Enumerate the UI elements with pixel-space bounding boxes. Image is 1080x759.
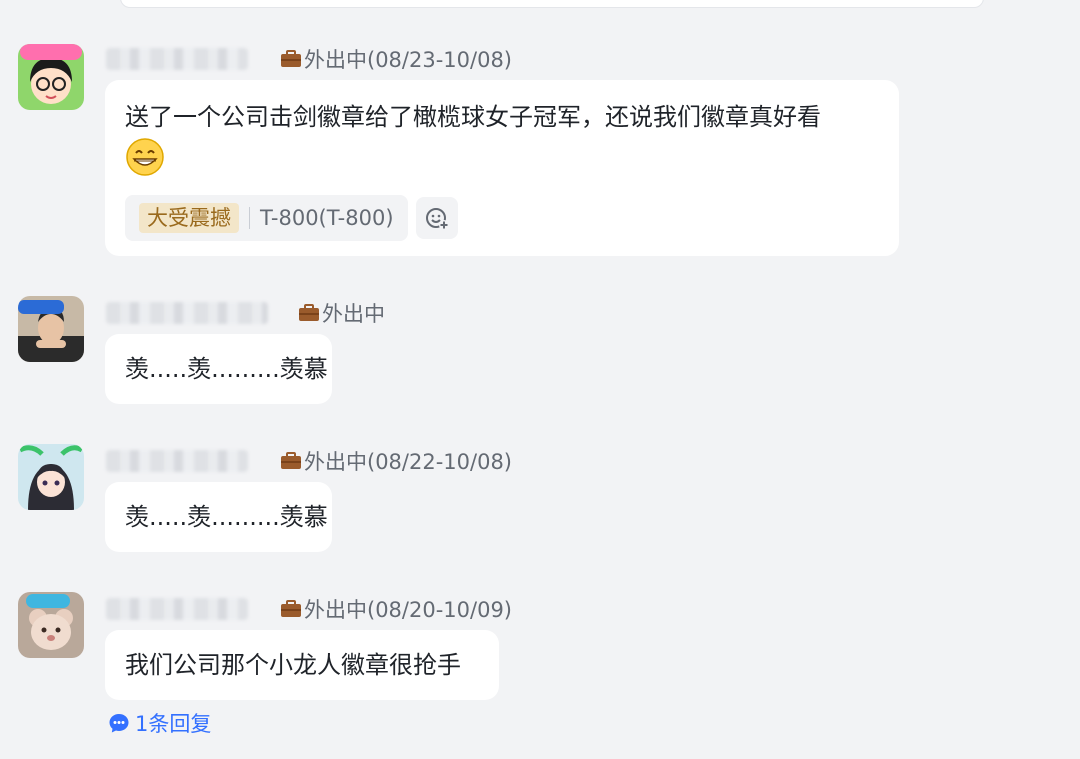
avatar-image — [18, 296, 84, 362]
message-text: 羡.....羡.........羡慕 — [125, 355, 328, 383]
message-bubble[interactable]: 我们公司那个小龙人徽章很抢手 — [105, 630, 499, 700]
reply-bubble-icon — [109, 714, 129, 733]
add-reaction-button[interactable] — [415, 197, 458, 239]
briefcase-icon — [280, 600, 302, 618]
message-bubble[interactable]: 羡.....羡.........羡慕 — [105, 334, 332, 404]
reaction-users: T-800(T-800) — [260, 206, 394, 230]
message-text: 羡.....羡.........羡慕 — [125, 503, 328, 531]
sender-status: 外出中(08/20-10/09) — [280, 596, 512, 622]
status-text: 外出中 — [322, 302, 385, 326]
message-bubble[interactable]: 送了一个公司击剑徽章给了橄榄球女子冠军，还说我们徽章真好看 大受震撼 T-800… — [105, 80, 899, 256]
avatar[interactable] — [18, 444, 84, 510]
reaction-pill[interactable]: 大受震撼 T-800(T-800) — [125, 195, 408, 241]
avatar-image — [18, 44, 84, 110]
message-text: 送了一个公司击剑徽章给了橄榄球女子冠军，还说我们徽章真好看 — [125, 103, 821, 131]
message-text: 我们公司那个小龙人徽章很抢手 — [125, 651, 461, 679]
status-text: 外出中(08/20-10/09) — [304, 598, 513, 622]
reply-count-label[interactable]: 1条回复 — [135, 708, 211, 738]
reply-count-link[interactable]: 1条回复 — [108, 710, 211, 736]
avatar[interactable] — [18, 44, 84, 110]
reaction-tag: 大受震撼 — [139, 203, 239, 233]
message-bubble[interactable]: 羡.....羡.........羡慕 — [105, 482, 332, 552]
status-text: 外出中(08/22-10/08) — [304, 450, 513, 474]
grin-emoji-icon — [126, 138, 164, 176]
sender-status: 外出中(08/23-10/08) — [280, 46, 512, 72]
status-text: 外出中(08/23-10/08) — [304, 48, 513, 72]
briefcase-icon — [280, 452, 302, 470]
briefcase-icon — [280, 50, 302, 68]
reaction-divider — [249, 207, 250, 229]
sender-name-redacted — [106, 302, 268, 324]
add-reaction-icon — [425, 208, 449, 230]
sender-status: 外出中(08/22-10/08) — [280, 448, 512, 474]
briefcase-icon — [298, 304, 320, 322]
sender-status: 外出中 — [298, 300, 385, 326]
avatar[interactable] — [18, 296, 84, 362]
sender-name-redacted — [106, 598, 248, 620]
previous-message-card — [120, 0, 984, 8]
sender-name-redacted — [106, 48, 248, 70]
reaction-bar: 大受震撼 T-800(T-800) — [125, 195, 458, 241]
avatar[interactable] — [18, 592, 84, 658]
sender-name-redacted — [106, 450, 248, 472]
avatar-image — [18, 444, 84, 510]
avatar-image — [18, 592, 84, 658]
